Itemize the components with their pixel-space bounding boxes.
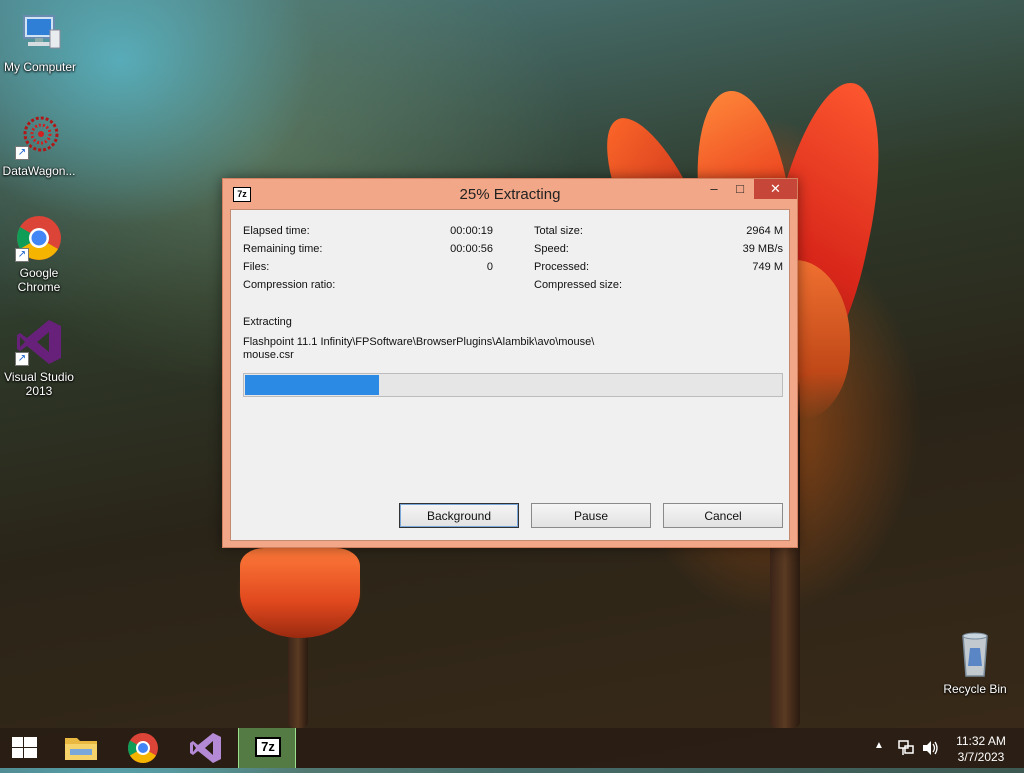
elapsed-time-label: Elapsed time: [243, 225, 310, 237]
close-button[interactable]: ✕ [754, 179, 797, 199]
network-tray-button[interactable] [896, 728, 916, 768]
visual-studio-icon: ↗ [15, 318, 63, 366]
speed-label: Speed: [534, 243, 569, 255]
start-button[interactable] [0, 728, 58, 768]
processed-label: Processed: [534, 261, 590, 273]
elapsed-time-value: 00:00:19 [450, 225, 493, 237]
total-size-label: Total size: [534, 225, 583, 237]
shortcut-arrow-icon: ↗ [15, 146, 29, 160]
dialog-titlebar[interactable]: 7z 25% Extracting ‒ □ ✕ [223, 179, 797, 209]
taskbar: 7z ▲ 11:32 AM 3/7/2023 [0, 728, 1024, 768]
progress-bar-fill [245, 375, 379, 395]
extract-dialog: 7z 25% Extracting ‒ □ ✕ Elapsed time: 00… [222, 178, 798, 548]
taskbar-clock[interactable]: 11:32 AM 3/7/2023 [946, 733, 1016, 765]
remaining-time-label: Remaining time: [243, 243, 323, 255]
minimize-button[interactable]: ‒ [701, 179, 727, 199]
computer-icon [16, 8, 64, 56]
speaker-icon [923, 741, 938, 755]
recycle-bin-icon [951, 630, 999, 678]
desktop-icon-label: Recycle Bin [943, 682, 1007, 696]
extract-progress-bar [243, 373, 783, 397]
desktop-icon-label: My Computer [3, 60, 77, 74]
cancel-button[interactable]: Cancel [663, 503, 783, 528]
taskbar-7zip[interactable]: 7z [238, 728, 296, 768]
show-hidden-icons-button[interactable]: ▲ [874, 728, 888, 768]
desktop-icon-label: Visual Studio 2013 [4, 370, 74, 398]
7zip-icon: 7z [255, 737, 281, 757]
clock-date: 3/7/2023 [957, 750, 1005, 764]
desktop-icon-my-computer[interactable]: My Computer [0, 8, 80, 74]
shortcut-arrow-icon: ↗ [15, 248, 29, 262]
maximize-button[interactable]: □ [727, 179, 753, 199]
minimize-icon: ‒ [710, 181, 718, 196]
clock-time: 11:32 AM [956, 734, 1006, 748]
volume-tray-button[interactable] [920, 728, 940, 768]
taskbar-file-explorer[interactable] [52, 728, 110, 768]
taskbar-visual-studio[interactable] [176, 728, 234, 768]
pause-button[interactable]: Pause [531, 503, 651, 528]
folder-icon [65, 738, 97, 760]
chrome-icon [127, 733, 158, 764]
desktop-icon-label: Google Chrome [17, 266, 61, 294]
background-button[interactable]: Background [399, 503, 519, 528]
compression-ratio-label: Compression ratio: [243, 279, 336, 291]
compressed-size-value [651, 278, 783, 292]
windows-logo-icon [12, 737, 37, 758]
network-icon [898, 740, 914, 755]
files-label: Files: [243, 261, 270, 273]
desktop-icon-visual-studio[interactable]: ↗ Visual Studio 2013 [0, 318, 79, 398]
compression-ratio-value [391, 278, 493, 292]
desktop-icon-google-chrome[interactable]: ↗ Google Chrome [0, 214, 79, 294]
desktop-icon-label: DataWagon... [2, 164, 76, 178]
desktop-icon-recycle-bin[interactable]: Recycle Bin [935, 630, 1015, 696]
datawagon-icon: ↗ [15, 112, 63, 160]
dialog-body: Elapsed time: 00:00:19 Remaining time: 0… [230, 209, 790, 541]
desktop-icon-datawagon[interactable]: ↗ DataWagon... [0, 112, 79, 178]
maximize-icon: □ [736, 181, 744, 196]
current-path-line2: mouse.csr [243, 349, 294, 361]
files-value: 0 [486, 261, 493, 273]
current-path-line1: Flashpoint 11.1 Infinity\FPSoftware\Brow… [243, 336, 595, 348]
close-icon: ✕ [770, 181, 781, 196]
processed-value: 749 M [752, 261, 783, 273]
speed-value: 39 MB/s [742, 243, 783, 255]
total-size-value: 2964 M [746, 225, 783, 237]
visual-studio-icon [190, 733, 221, 763]
chrome-icon: ↗ [15, 214, 63, 262]
shortcut-arrow-icon: ↗ [15, 352, 29, 366]
taskbar-chrome[interactable] [114, 728, 172, 768]
operation-label: Extracting [243, 316, 292, 328]
compressed-size-label: Compressed size: [534, 279, 623, 291]
chevron-up-icon: ▲ [874, 740, 884, 751]
remaining-time-value: 00:00:56 [450, 243, 493, 255]
